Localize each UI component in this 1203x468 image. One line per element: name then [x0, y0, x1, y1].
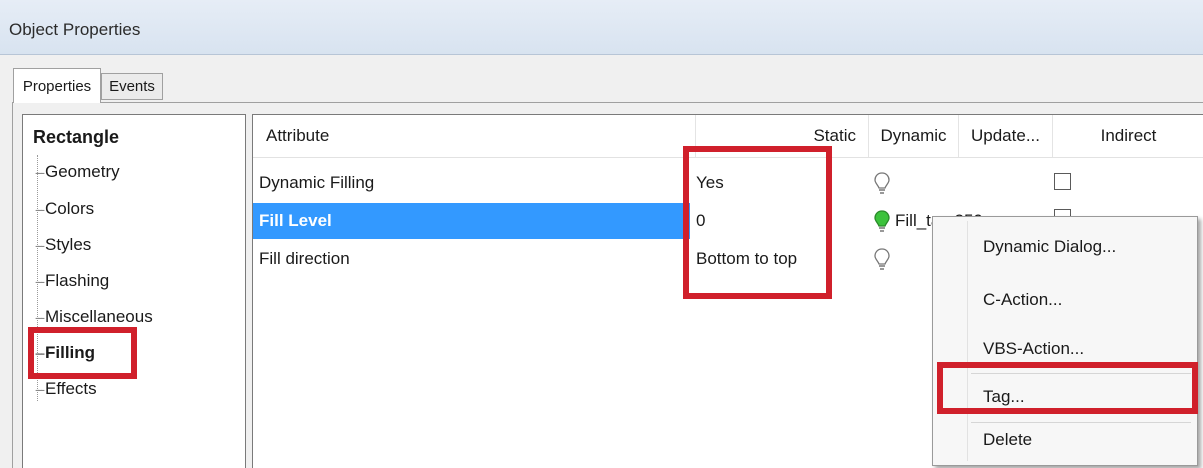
- lightbulb-off-icon: [874, 248, 890, 270]
- tree-item-label: Colors: [45, 199, 95, 218]
- menu-item-vbs-action[interactable]: VBS-Action...: [983, 334, 1084, 364]
- tree-item-label: Flashing: [45, 271, 110, 290]
- tree-item-colors[interactable]: --- Colors: [35, 196, 94, 222]
- object-tree[interactable]: Rectangle --- Geometry --- Colors --- Style…: [22, 114, 246, 468]
- window-title: Object Properties: [9, 20, 141, 39]
- lightbulb-off-icon: [874, 172, 890, 194]
- attribute-cell: Dynamic Filling: [259, 173, 375, 192]
- tree-item-flashing[interactable]: --- Flashing: [35, 268, 109, 294]
- context-menu: Dynamic Dialog... C-Action... VBS-Action…: [932, 216, 1198, 466]
- tab-bar: Properties Events: [0, 54, 1203, 103]
- tree-item-label: Styles: [45, 235, 92, 254]
- table-row[interactable]: Dynamic Filling Yes: [253, 165, 1203, 201]
- tab-properties[interactable]: Properties: [13, 68, 101, 103]
- menu-item-dynamic-dialog[interactable]: Dynamic Dialog...: [983, 232, 1116, 262]
- grid-header: Attribute Static Dynamic Update... Indir…: [253, 115, 1203, 158]
- column-header-update[interactable]: Update...: [959, 115, 1053, 157]
- menu-item-tag[interactable]: Tag...: [983, 382, 1025, 412]
- lightbulb-green-icon: [874, 210, 890, 232]
- tree-item-miscellaneous[interactable]: --- Miscellaneous: [35, 304, 153, 330]
- column-header-indirect[interactable]: Indirect: [1053, 115, 1203, 157]
- window-title-bar: Object Properties: [0, 0, 1203, 55]
- menu-item-delete[interactable]: Delete: [983, 425, 1032, 455]
- tree-item-styles[interactable]: --- Styles: [35, 232, 91, 258]
- tree-item-label: Filling: [45, 343, 96, 362]
- menu-gutter: [967, 221, 968, 461]
- menu-item-c-action[interactable]: C-Action...: [983, 285, 1062, 315]
- menu-separator: [971, 422, 1191, 423]
- tree-item-label: Miscellaneous: [45, 307, 153, 326]
- tab-events[interactable]: Events: [101, 73, 163, 100]
- tree-root-rectangle[interactable]: Rectangle: [33, 127, 119, 148]
- tree-item-geometry[interactable]: --- Geometry: [35, 159, 120, 185]
- attribute-cell: Fill direction: [259, 249, 350, 268]
- dynamic-cell[interactable]: [873, 241, 903, 277]
- column-header-static[interactable]: Static: [696, 115, 869, 157]
- tree-item-filling[interactable]: --- Filling: [35, 340, 95, 366]
- static-value-cell[interactable]: 0: [696, 203, 866, 239]
- attribute-cell: Fill Level: [253, 203, 690, 239]
- tree-item-effects[interactable]: --- Effects: [35, 376, 97, 402]
- column-header-dynamic[interactable]: Dynamic: [869, 115, 959, 157]
- indirect-checkbox[interactable]: [1054, 173, 1071, 190]
- menu-separator: [971, 373, 1191, 374]
- static-value-cell[interactable]: Yes: [696, 165, 866, 201]
- tree-item-label: Geometry: [45, 162, 120, 181]
- static-value-cell[interactable]: Bottom to top: [696, 241, 866, 277]
- column-header-attribute[interactable]: Attribute: [253, 115, 696, 157]
- tree-item-label: Effects: [45, 379, 97, 398]
- dynamic-cell[interactable]: [873, 165, 903, 201]
